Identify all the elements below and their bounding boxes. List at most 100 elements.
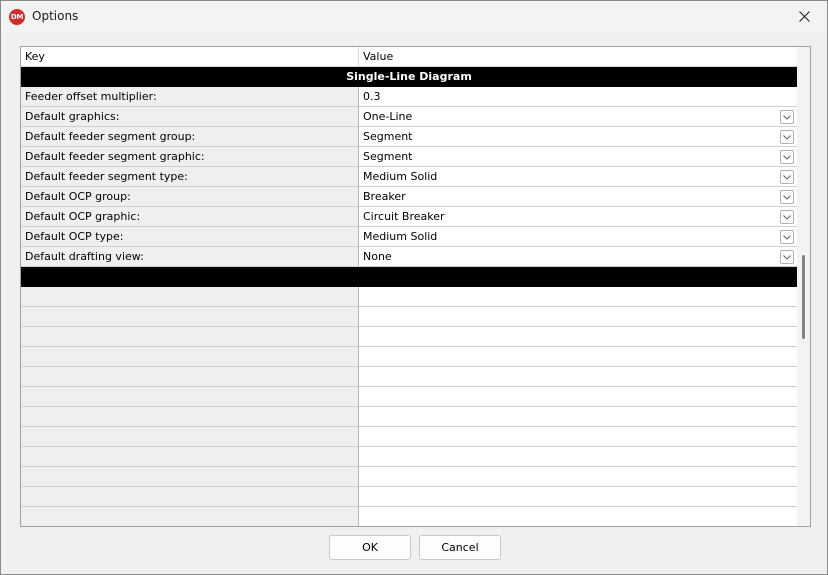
empty-key-cell [21, 307, 359, 327]
grid-row[interactable]: Default graphics: One-Line [21, 107, 797, 127]
empty-grid-row[interactable] [21, 367, 797, 387]
empty-value-cell[interactable] [359, 327, 797, 347]
row-value-cell[interactable]: One-Line [359, 107, 797, 127]
empty-key-cell [21, 347, 359, 367]
row-value-cell[interactable]: Segment [359, 147, 797, 167]
row-value-text: None [363, 250, 392, 263]
row-key-cell: Default OCP graphic: [21, 207, 359, 227]
row-value-cell[interactable]: Medium Solid [359, 227, 797, 247]
empty-grid-row[interactable] [21, 347, 797, 367]
title-bar: DM Options [1, 1, 827, 32]
dropdown-button[interactable] [780, 170, 794, 184]
row-value-cell[interactable]: Breaker [359, 187, 797, 207]
empty-key-cell [21, 287, 359, 307]
empty-key-cell [21, 427, 359, 447]
close-button[interactable] [781, 1, 827, 32]
chevron-down-icon [783, 154, 791, 160]
row-value-cell[interactable]: None [359, 247, 797, 267]
grid-row[interactable]: Default feeder segment type: Medium Solid [21, 167, 797, 187]
empty-value-cell[interactable] [359, 407, 797, 427]
chevron-down-icon [783, 254, 791, 260]
row-key-cell: Default OCP type: [21, 227, 359, 247]
options-grid: Key Value Single-Line Diagram Feeder off… [20, 46, 811, 527]
grid-row[interactable]: Default feeder segment group: Segment [21, 127, 797, 147]
empty-key-cell [21, 407, 359, 427]
empty-value-cell[interactable] [359, 487, 797, 507]
grid-row[interactable]: Default OCP graphic: Circuit Breaker [21, 207, 797, 227]
grid-row[interactable]: Default feeder segment graphic: Segment [21, 147, 797, 167]
empty-value-cell[interactable] [359, 347, 797, 367]
row-value-cell[interactable]: Circuit Breaker [359, 207, 797, 227]
empty-grid-row[interactable] [21, 467, 797, 487]
chevron-down-icon [783, 134, 791, 140]
options-dialog: DM Options Key Value Single-Line Diagram… [0, 0, 828, 575]
chevron-down-icon [783, 214, 791, 220]
empty-value-cell[interactable] [359, 367, 797, 387]
row-key-cell: Default feeder segment type: [21, 167, 359, 187]
empty-grid-row[interactable] [21, 427, 797, 447]
grid-row[interactable]: Default drafting view: None [21, 247, 797, 267]
column-header-key[interactable]: Key [21, 47, 359, 67]
scrollbar-thumb[interactable] [802, 255, 805, 339]
empty-value-cell[interactable] [359, 447, 797, 467]
empty-grid-row[interactable] [21, 407, 797, 427]
empty-key-cell [21, 487, 359, 507]
chevron-down-icon [783, 234, 791, 240]
chevron-down-icon [783, 194, 791, 200]
empty-value-cell[interactable] [359, 287, 797, 307]
grid-header: Key Value [21, 47, 797, 67]
grid-body: Key Value Single-Line Diagram Feeder off… [21, 47, 797, 526]
empty-grid-row[interactable] [21, 287, 797, 307]
row-value-text: Segment [363, 130, 413, 143]
ok-button[interactable]: OK [329, 535, 411, 560]
empty-grid-row[interactable] [21, 507, 797, 526]
empty-key-cell [21, 367, 359, 387]
empty-value-cell[interactable] [359, 427, 797, 447]
row-value-cell[interactable]: 0.3 [359, 87, 797, 107]
empty-key-cell [21, 467, 359, 487]
section-separator [21, 267, 797, 287]
dropdown-button[interactable] [780, 250, 794, 264]
cancel-button[interactable]: Cancel [419, 535, 501, 560]
empty-key-cell [21, 387, 359, 407]
row-value-text: One-Line [363, 110, 413, 123]
empty-grid-row[interactable] [21, 487, 797, 507]
dropdown-button[interactable] [780, 230, 794, 244]
empty-value-cell[interactable] [359, 507, 797, 526]
grid-row[interactable]: Default OCP type: Medium Solid [21, 227, 797, 247]
dropdown-button[interactable] [780, 150, 794, 164]
app-logo-icon: DM [9, 9, 25, 25]
dropdown-button[interactable] [780, 190, 794, 204]
empty-value-cell[interactable] [359, 387, 797, 407]
vertical-scrollbar[interactable] [797, 47, 810, 526]
empty-grid-row[interactable] [21, 307, 797, 327]
empty-value-cell[interactable] [359, 467, 797, 487]
row-value-text: 0.3 [363, 90, 381, 103]
window-title: Options [32, 9, 79, 23]
empty-grid-row[interactable] [21, 447, 797, 467]
row-key-cell: Default graphics: [21, 107, 359, 127]
dropdown-button[interactable] [780, 110, 794, 124]
row-key-cell: Default drafting view: [21, 247, 359, 267]
empty-grid-row[interactable] [21, 327, 797, 347]
empty-key-cell [21, 327, 359, 347]
row-value-cell[interactable]: Segment [359, 127, 797, 147]
grid-row[interactable]: Feeder offset multiplier: 0.3 [21, 87, 797, 107]
row-key-cell: Default feeder segment graphic: [21, 147, 359, 167]
row-value-text: Medium Solid [363, 230, 438, 243]
dropdown-button[interactable] [780, 130, 794, 144]
row-value-text: Circuit Breaker [363, 210, 445, 223]
row-value-cell[interactable]: Medium Solid [359, 167, 797, 187]
chevron-down-icon [783, 114, 791, 120]
row-key-cell: Default feeder segment group: [21, 127, 359, 147]
row-value-text: Breaker [363, 190, 406, 203]
dropdown-button[interactable] [780, 210, 794, 224]
row-value-text: Medium Solid [363, 170, 438, 183]
column-header-value[interactable]: Value [359, 47, 797, 67]
chevron-down-icon [783, 174, 791, 180]
empty-value-cell[interactable] [359, 307, 797, 327]
empty-grid-row[interactable] [21, 387, 797, 407]
grid-row[interactable]: Default OCP group: Breaker [21, 187, 797, 207]
empty-key-cell [21, 507, 359, 526]
row-value-text: Segment [363, 150, 413, 163]
